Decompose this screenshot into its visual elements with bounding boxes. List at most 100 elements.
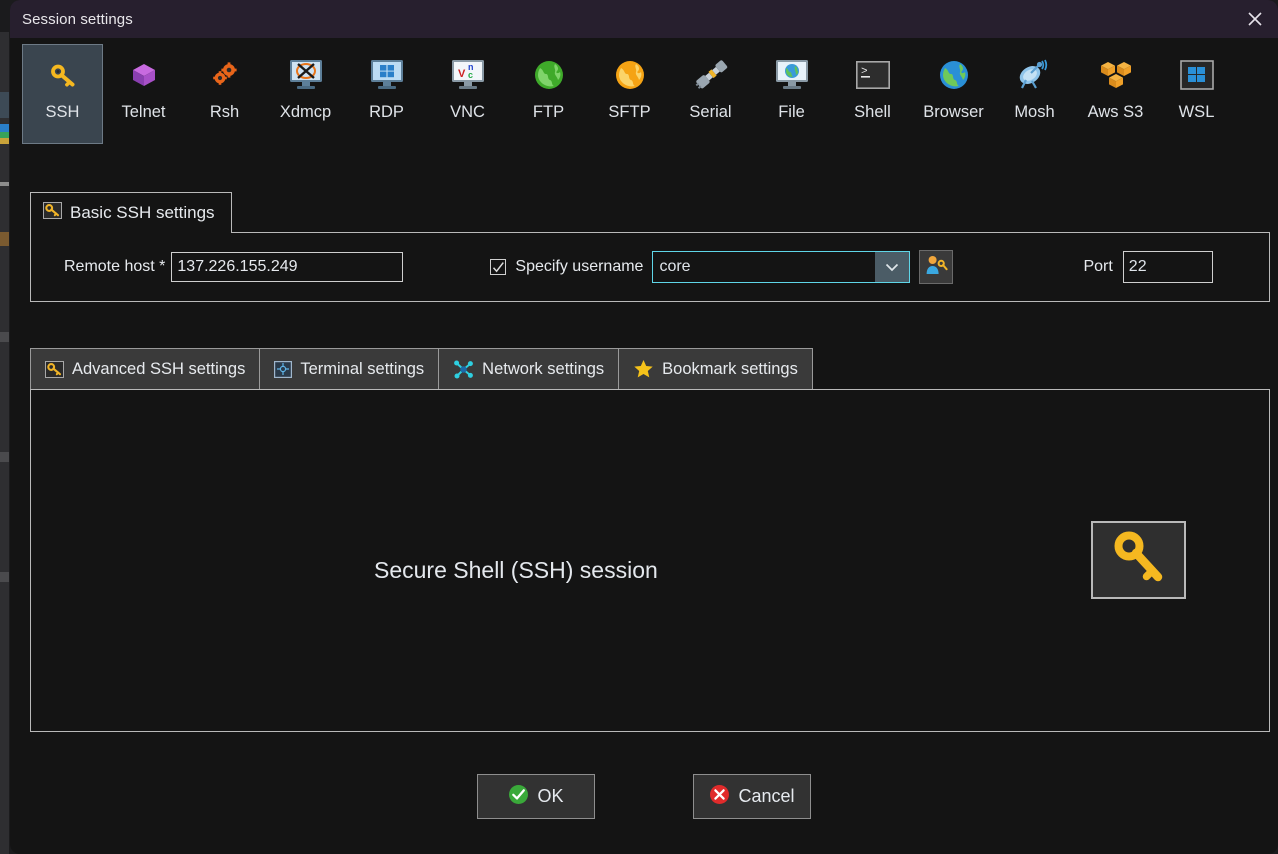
port-spinner[interactable] xyxy=(1122,251,1278,283)
chevron-down-icon[interactable] xyxy=(875,252,910,282)
session-type-sftp[interactable]: SFTP xyxy=(589,44,670,144)
session-type-label: VNC xyxy=(450,103,485,121)
port-input[interactable] xyxy=(1123,252,1278,282)
session-type-label: Rsh xyxy=(209,103,240,121)
tab-label: Bookmark settings xyxy=(662,359,798,378)
username-combobox[interactable] xyxy=(652,251,911,283)
session-type-ftp[interactable]: FTP xyxy=(508,44,589,144)
basic-ssh-settings-label: Basic SSH settings xyxy=(70,203,215,222)
aws-cubes-icon xyxy=(1096,55,1136,95)
session-type-shell[interactable]: > Shell xyxy=(832,44,913,144)
file-monitor-icon xyxy=(772,55,812,95)
session-type-toolbar: SSH Telnet Rsh Xdmcp RDP V n c VNC FTP S… xyxy=(10,38,1278,158)
session-type-label: FTP xyxy=(532,103,565,121)
session-type-label: Mosh xyxy=(1014,103,1055,121)
session-type-rsh[interactable]: Rsh xyxy=(184,44,265,144)
vnc-monitor-icon: V n c xyxy=(448,55,488,95)
tab-network-settings[interactable]: Network settings xyxy=(438,348,619,390)
session-type-label: Shell xyxy=(854,103,891,121)
orange-globe-icon xyxy=(610,55,650,95)
session-type-label: Telnet xyxy=(121,103,166,121)
dialog-titlebar: Session settings xyxy=(10,0,1278,38)
windows-logo-icon xyxy=(1177,55,1217,95)
session-type-file[interactable]: File xyxy=(751,44,832,144)
blue-globe-icon xyxy=(934,55,974,95)
username-input[interactable] xyxy=(653,252,876,282)
session-type-label: Aws S3 xyxy=(1087,103,1144,121)
session-type-label: Serial xyxy=(689,103,732,121)
terminal-icon xyxy=(274,360,293,378)
close-icon[interactable] xyxy=(1232,0,1278,38)
basic-ssh-settings-body: Remote host * Specify username xyxy=(30,232,1278,302)
settings-tab-panel: Secure Shell (SSH) session xyxy=(30,389,1270,732)
session-description: Secure Shell (SSH) session xyxy=(374,557,658,583)
session-type-label: WSL xyxy=(1178,103,1215,121)
tab-label: Advanced SSH settings xyxy=(72,359,246,378)
session-type-xdmcp[interactable]: Xdmcp xyxy=(265,44,346,144)
tab-bookmark-settings[interactable]: Bookmark settings xyxy=(618,348,813,390)
ok-button-label: OK xyxy=(537,786,564,806)
windows-monitor-icon xyxy=(367,55,407,95)
settings-tab-strip: Advanced SSH settings Terminal settings … xyxy=(30,348,813,390)
terminal-prompt-icon: > xyxy=(853,55,893,95)
backdrop-swatch xyxy=(0,138,9,144)
tab-advanced-ssh-settings[interactable]: Advanced SSH settings xyxy=(30,348,260,390)
backdrop-swatch xyxy=(0,182,9,186)
green-globe-icon xyxy=(529,55,569,95)
user-key-button[interactable] xyxy=(919,250,954,284)
specify-username-checkbox[interactable] xyxy=(490,259,507,275)
x-circle-icon xyxy=(709,784,730,810)
session-type-serial[interactable]: Serial xyxy=(670,44,751,144)
xdmcp-monitor-icon xyxy=(286,55,326,95)
session-type-mosh[interactable]: Mosh xyxy=(994,44,1075,144)
satellite-dish-icon xyxy=(1015,55,1055,95)
session-type-browser[interactable]: Browser xyxy=(913,44,994,144)
session-type-label: SFTP xyxy=(608,103,651,121)
backdrop-swatch xyxy=(0,332,9,342)
key-icon xyxy=(45,360,64,378)
tab-terminal-settings[interactable]: Terminal settings xyxy=(259,348,439,390)
session-type-label: Browser xyxy=(923,103,984,121)
key-icon xyxy=(43,202,62,224)
cancel-button-label: Cancel xyxy=(738,786,795,806)
session-type-label: Xdmcp xyxy=(279,103,332,121)
backdrop-swatch xyxy=(0,92,9,118)
svg-text:V: V xyxy=(458,68,466,80)
session-type-label: RDP xyxy=(369,103,404,121)
remote-host-input[interactable] xyxy=(171,252,404,282)
session-type-vnc[interactable]: V n c VNC xyxy=(427,44,508,144)
basic-ssh-settings-tab[interactable]: Basic SSH settings xyxy=(30,192,232,233)
key-icon xyxy=(1108,527,1170,594)
check-circle-icon xyxy=(508,784,529,810)
session-type-wsl[interactable]: WSL xyxy=(1156,44,1237,144)
backdrop-swatch xyxy=(0,452,9,462)
key-icon xyxy=(43,55,83,95)
session-type-ssh[interactable]: SSH xyxy=(22,44,103,144)
backdrop-swatch xyxy=(0,572,9,582)
cancel-button[interactable]: Cancel xyxy=(693,774,811,819)
tab-label: Terminal settings xyxy=(300,359,425,378)
session-type-label: File xyxy=(778,103,805,121)
backdrop-swatch xyxy=(0,232,9,246)
backdrop-swatch xyxy=(0,124,9,132)
plug-connector-icon xyxy=(691,55,731,95)
purple-cube-icon xyxy=(124,55,164,95)
basic-ssh-settings-group: Basic SSH settings Remote host * Specify… xyxy=(30,192,1278,302)
star-icon xyxy=(633,359,654,379)
specify-username-label: Specify username xyxy=(515,258,644,275)
session-type-rdp[interactable]: RDP xyxy=(346,44,427,144)
session-type-telnet[interactable]: Telnet xyxy=(103,44,184,144)
svg-text:c: c xyxy=(468,70,473,80)
port-label: Port xyxy=(1083,258,1113,275)
dialog-title: Session settings xyxy=(22,10,133,28)
user-key-icon xyxy=(924,253,949,282)
orange-gears-icon xyxy=(205,55,245,95)
tab-label: Network settings xyxy=(482,359,605,378)
session-type-aws-s3[interactable]: Aws S3 xyxy=(1075,44,1156,144)
ssh-illustration xyxy=(1091,521,1186,599)
remote-host-label: Remote host * xyxy=(64,258,166,275)
network-icon xyxy=(453,359,474,380)
ok-button[interactable]: OK xyxy=(477,774,595,819)
session-type-label: SSH xyxy=(45,103,80,121)
background-window-strip xyxy=(0,32,9,854)
